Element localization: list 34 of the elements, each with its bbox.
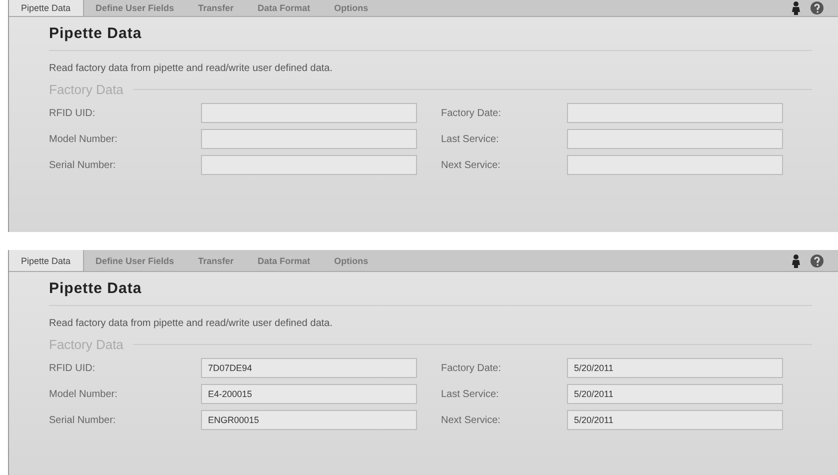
panel-title: Pipette Data — [49, 280, 812, 306]
tab[interactable]: Pipette Data — [9, 0, 84, 16]
field-label: Next Service: — [440, 160, 502, 170]
text-field[interactable] — [567, 155, 783, 175]
help-icon[interactable] — [810, 1, 824, 15]
text-field[interactable]: E4-200015 — [201, 384, 417, 404]
text-field[interactable] — [567, 129, 783, 149]
text-field[interactable] — [201, 155, 417, 175]
tab[interactable]: Pipette Data — [9, 250, 84, 271]
field-label: Next Service: — [440, 414, 502, 426]
text-field[interactable]: 5/20/2011 — [567, 410, 783, 430]
figure-icon[interactable] — [791, 254, 801, 268]
text-field[interactable]: ENGR00015 — [201, 410, 417, 430]
panel-title: Pipette Data — [49, 25, 812, 51]
figure-icon[interactable] — [791, 1, 801, 15]
field-label: Factory Date: — [440, 108, 502, 118]
field-label: Serial Number: — [49, 414, 117, 426]
text-field[interactable] — [567, 103, 783, 123]
description-text: Read factory data from pipette and read/write user defined data. — [49, 318, 334, 329]
field-label: Last Service: — [440, 134, 500, 144]
help-icon[interactable] — [810, 254, 824, 268]
field-label: RFID UID: — [49, 362, 96, 374]
text-field[interactable]: 5/20/2011 — [567, 384, 783, 404]
field-label: Serial Number: — [49, 160, 117, 170]
description-text: Read factory data from pipette and read/write user defined data. — [49, 63, 334, 74]
text-field[interactable] — [201, 103, 417, 123]
field-label: RFID UID: — [49, 108, 96, 118]
field-label: Model Number: — [49, 134, 118, 144]
field-label: Model Number: — [49, 388, 118, 400]
field-label: Factory Date: — [440, 362, 502, 374]
text-field[interactable]: 5/20/2011 — [567, 358, 783, 378]
text-field[interactable] — [201, 129, 417, 149]
text-field[interactable]: 7D07DE94 — [201, 358, 417, 378]
field-label: Last Service: — [440, 388, 500, 400]
